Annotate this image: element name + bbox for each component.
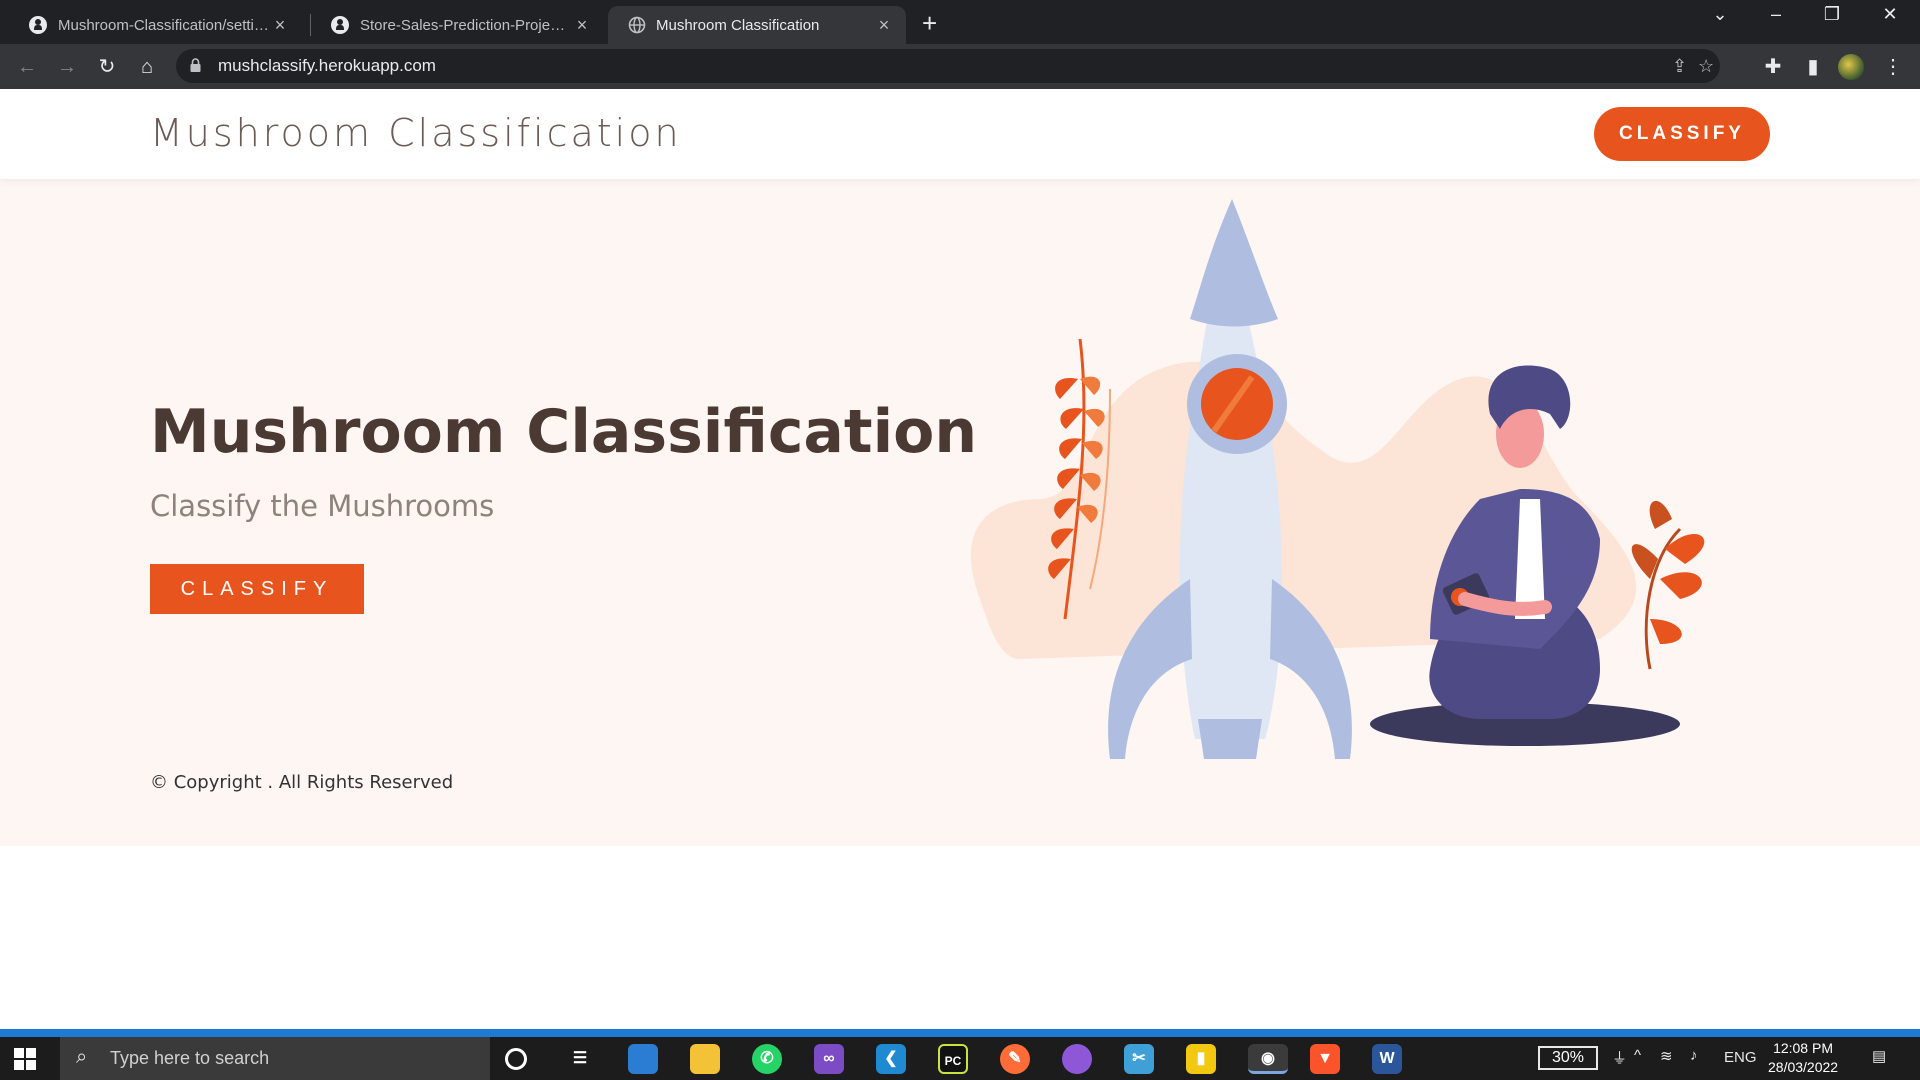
snipping-icon[interactable]: ✂ xyxy=(1124,1044,1154,1074)
tab-title: Mushroom-Classification/settings xyxy=(58,16,270,34)
extensions-icon[interactable]: ✚ xyxy=(1758,52,1788,82)
postman-icon[interactable]: ✎ xyxy=(1000,1044,1030,1074)
forward-icon[interactable]: → xyxy=(52,52,82,82)
notification-icon[interactable]: ▤ xyxy=(1872,1047,1886,1065)
globe-icon xyxy=(628,16,646,34)
side-panel-icon[interactable]: ▮ xyxy=(1798,52,1828,82)
close-window-icon[interactable]: ✕ xyxy=(1870,4,1910,25)
close-tab-icon[interactable]: × xyxy=(270,15,290,36)
browser-toolbar: ← → ↻ ⌂ mushclassify.herokuapp.com ⇪ ☆ ✚… xyxy=(0,44,1920,89)
github-icon xyxy=(331,16,349,34)
taskbar-search-box[interactable]: ⌕ Type here to search xyxy=(60,1037,490,1080)
vscode-icon[interactable]: ❮ xyxy=(876,1044,906,1074)
language-indicator[interactable]: ENG xyxy=(1724,1049,1757,1066)
word-icon[interactable]: W xyxy=(1372,1044,1402,1074)
new-tab-icon[interactable]: + xyxy=(922,8,937,39)
site-brand[interactable]: Mushroom Classification xyxy=(150,111,682,155)
profile-avatar[interactable] xyxy=(1838,54,1864,80)
hero-title: Mushroom Classification xyxy=(150,397,978,467)
cortana-icon[interactable] xyxy=(505,1048,527,1070)
visual-studio-icon[interactable]: ∞ xyxy=(814,1044,844,1074)
brave-icon[interactable]: ▼ xyxy=(1310,1044,1340,1074)
windows-taskbar: ⌕ Type here to search ☰ ✆ ∞ ❮ PC ✎ ✂ ▮ ◉… xyxy=(0,1037,1920,1080)
clock-time: 12:08 PM xyxy=(1773,1040,1833,1056)
search-placeholder: Type here to search xyxy=(110,1048,270,1068)
classify-nav-button[interactable]: CLASSIFY xyxy=(1594,107,1770,161)
task-view-icon[interactable]: ☰ xyxy=(565,1044,595,1074)
wifi-icon[interactable]: ≋ xyxy=(1660,1047,1673,1065)
close-tab-icon[interactable]: × xyxy=(572,15,592,36)
hero-subtitle: Classify the Mushrooms xyxy=(150,489,495,523)
cloud-app-icon[interactable] xyxy=(628,1044,658,1074)
bookmark-star-icon[interactable]: ☆ xyxy=(1698,56,1714,77)
tray-overflow-icon[interactable]: ^ xyxy=(1634,1047,1641,1064)
tab-title: Store-Sales-Prediction-Project/D xyxy=(360,16,572,34)
power-plug-icon[interactable]: ⏚ xyxy=(1612,1047,1627,1068)
whatsapp-icon[interactable]: ✆ xyxy=(752,1044,782,1074)
lock-icon xyxy=(190,58,201,72)
close-tab-icon[interactable]: × xyxy=(874,15,894,36)
volume-icon[interactable]: ♪ xyxy=(1690,1047,1698,1064)
rocket-illustration xyxy=(970,199,1705,759)
tab-store-sales[interactable]: Store-Sales-Prediction-Project/D × xyxy=(310,6,604,44)
share-icon[interactable]: ⇪ xyxy=(1672,56,1687,77)
restore-icon[interactable]: ❐ xyxy=(1812,4,1852,25)
reload-icon[interactable]: ↻ xyxy=(92,52,122,82)
chrome-icon[interactable]: ◉ xyxy=(1248,1044,1288,1074)
github-icon xyxy=(29,16,47,34)
tab-search-icon[interactable]: ⌄ xyxy=(1700,4,1740,25)
site-navbar: Mushroom Classification CLASSIFY xyxy=(0,89,1920,179)
tab-mushroom-classification[interactable]: Mushroom Classification × xyxy=(608,6,906,44)
system-clock[interactable]: 12:08 PM 28/03/2022 xyxy=(1768,1039,1838,1077)
minimize-icon[interactable]: – xyxy=(1756,4,1796,25)
file-explorer-icon[interactable] xyxy=(690,1044,720,1074)
search-icon: ⌕ xyxy=(76,1046,88,1068)
windows-start-icon[interactable] xyxy=(14,1048,36,1070)
menu-icon[interactable]: ⋮ xyxy=(1878,52,1908,82)
back-icon[interactable]: ← xyxy=(12,52,42,82)
address-bar[interactable]: mushclassify.herokuapp.com ⇪ ☆ xyxy=(176,49,1720,83)
pycharm-icon[interactable]: PC xyxy=(938,1044,968,1074)
tab-title: Mushroom Classification xyxy=(656,16,820,34)
hero-section: Mushroom Classification Classify the Mus… xyxy=(0,179,1920,846)
clock-date: 28/03/2022 xyxy=(1768,1059,1839,1075)
home-icon[interactable]: ⌂ xyxy=(132,52,162,82)
classify-button[interactable]: CLASSIFY xyxy=(150,564,364,614)
github-desktop-icon[interactable] xyxy=(1062,1044,1092,1074)
browser-tab-bar: Mushroom-Classification/settings × Store… xyxy=(0,0,1920,44)
tab-mushroom-settings[interactable]: Mushroom-Classification/settings × xyxy=(8,6,302,44)
editor-status-bar xyxy=(0,1029,1920,1037)
power-bi-icon[interactable]: ▮ xyxy=(1186,1044,1216,1074)
battery-indicator[interactable]: 30% xyxy=(1538,1046,1598,1070)
url-text: mushclassify.herokuapp.com xyxy=(218,56,436,75)
copyright-text: © Copyright . All Rights Reserved xyxy=(150,772,454,793)
web-page: Mushroom Classification CLASSIFY Mushroo… xyxy=(0,89,1920,1029)
